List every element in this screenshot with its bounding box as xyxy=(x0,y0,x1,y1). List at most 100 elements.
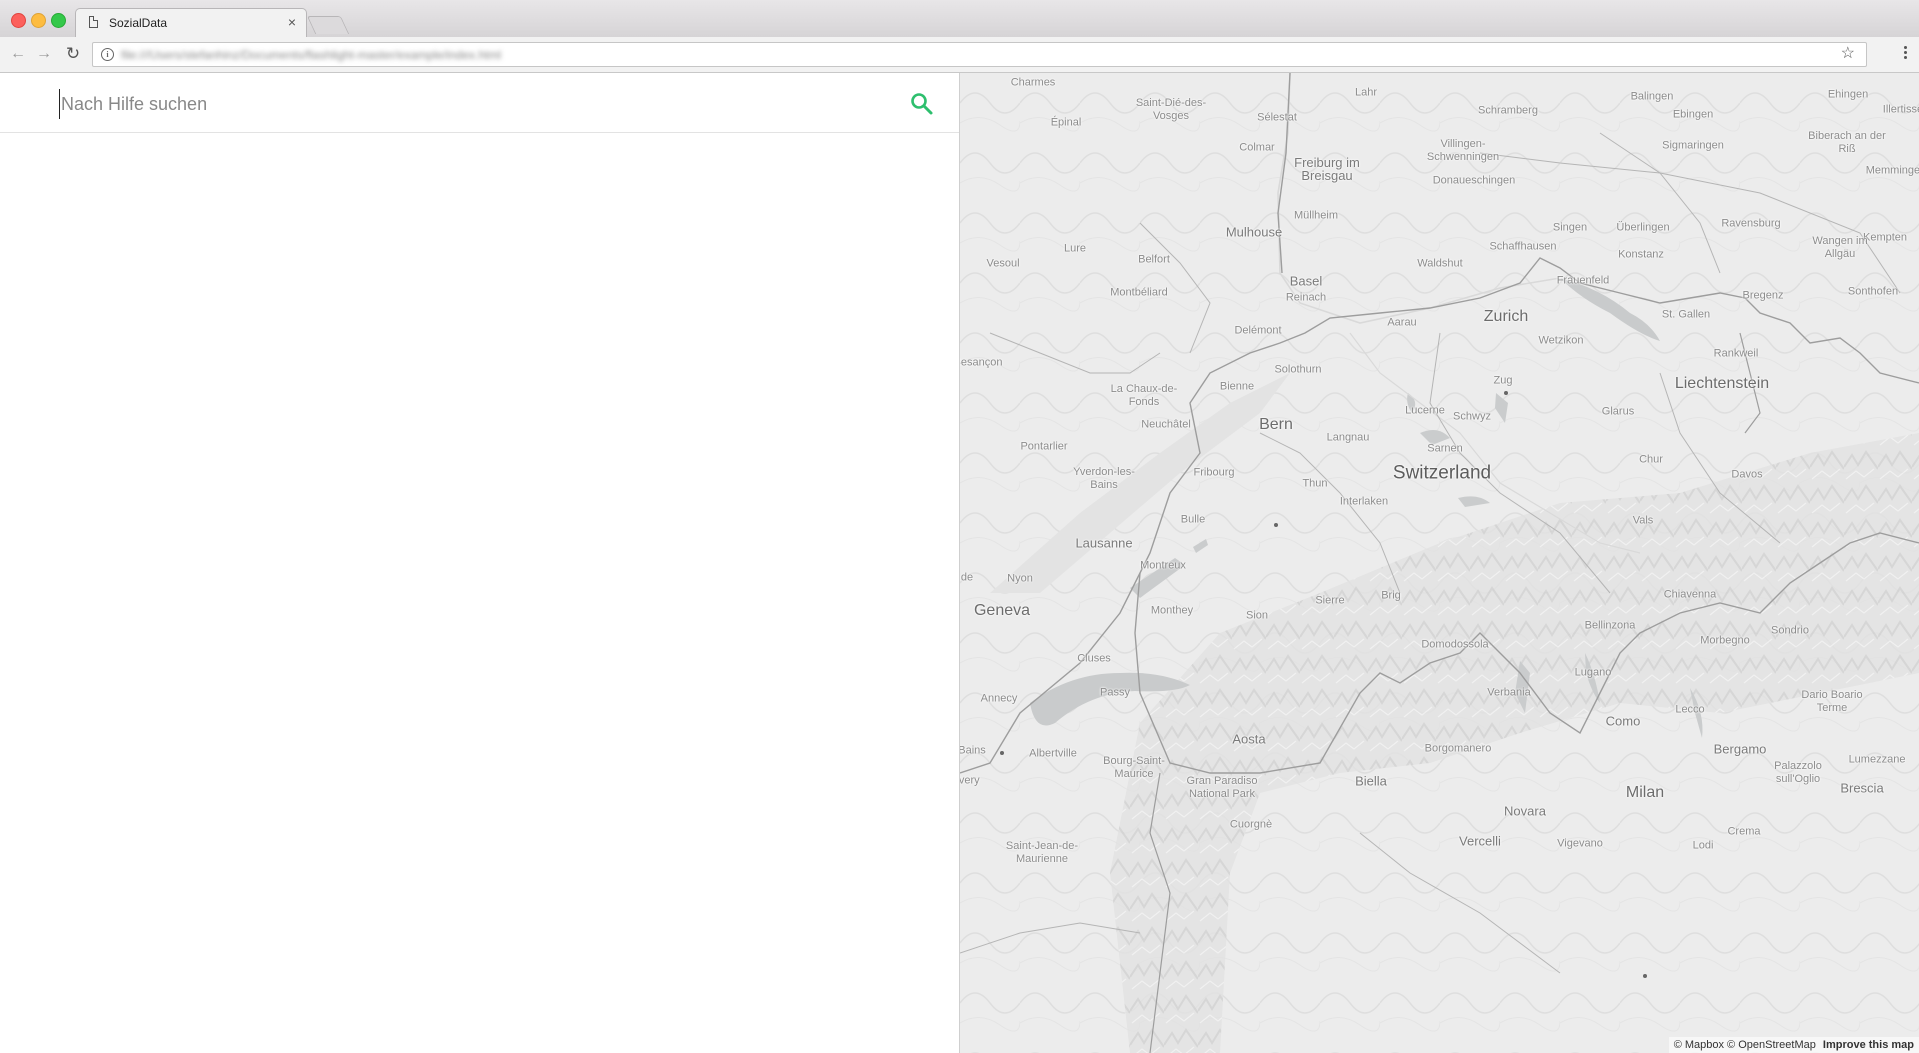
label-monthey: Monthey xyxy=(1150,604,1194,617)
label-pontarlier: Pontarlier xyxy=(1020,440,1068,453)
label-memmingen: Memmingen xyxy=(1865,164,1919,177)
label-st-gallen: St. Gallen xyxy=(1661,308,1711,321)
label-sierre: Sierre xyxy=(1315,594,1345,607)
label-verbania: Verbania xyxy=(1487,686,1531,699)
label-lugano: Lugano xyxy=(1574,666,1612,679)
label-albertville: Albertville xyxy=(1029,747,1077,760)
label-frauenfeld: Frauenfeld xyxy=(1556,274,1610,287)
label-vals: Vals xyxy=(1632,514,1654,527)
browser-title-bar: SozialData × xyxy=(0,0,1919,37)
label-neuchatel: Neuchâtel xyxy=(1141,418,1191,431)
label-mulhouse: Mulhouse xyxy=(1225,224,1283,240)
page-icon xyxy=(89,16,98,28)
address-bar[interactable]: i file:///Users/stefanhinz/Documents/fla… xyxy=(92,42,1867,67)
reload-icon[interactable]: ↻ xyxy=(63,44,83,64)
tab-title: SozialData xyxy=(109,16,168,30)
label-ehingen: Ehingen xyxy=(1827,88,1869,101)
label-biella: Biella xyxy=(1355,773,1387,789)
label-chaux-de-fonds: La Chaux-de- Fonds xyxy=(1110,383,1178,408)
label-freiburg: Freiburg im Breisgau xyxy=(1294,155,1360,183)
label-lure: Lure xyxy=(1063,242,1087,255)
map-view[interactable]: Charmes Saint-Dié-des- Vosges Sélestat Lahr S… xyxy=(960,73,1919,1053)
label-gran-paradiso: Gran Paradiso National Park xyxy=(1186,775,1258,800)
label-besancon: Besançon xyxy=(960,356,1003,369)
search-icon[interactable] xyxy=(909,91,935,117)
label-rankweil: Rankweil xyxy=(1713,347,1759,360)
label-charmes: Charmes xyxy=(1010,76,1056,89)
label-saint-jean: Saint-Jean-de- Maurienne xyxy=(1005,840,1079,865)
window-close-button[interactable] xyxy=(11,13,26,28)
browser-toolbar: ← → ↻ i file:///Users/stefanhinz/Documen… xyxy=(0,37,1919,73)
label-aarau: Aarau xyxy=(1387,316,1417,329)
window-maximize-button[interactable] xyxy=(51,13,66,28)
label-lahr: Lahr xyxy=(1354,86,1378,99)
label-sonthofen: Sonthofen xyxy=(1847,285,1899,298)
label-bregenz: Bregenz xyxy=(1742,289,1784,302)
label-sigmaringen: Sigmaringen xyxy=(1662,139,1724,152)
label-illertissen: Illertissen xyxy=(1882,103,1919,116)
label-thun: Thun xyxy=(1302,477,1328,490)
label-wangen: Wangen im Allgäu xyxy=(1812,235,1868,260)
label-passy: Passy xyxy=(1100,686,1130,699)
label-crema: Crema xyxy=(1727,825,1761,838)
label-solothurn: Solothurn xyxy=(1274,363,1322,376)
label-nyon: Nyon xyxy=(1007,572,1033,585)
label-glarus: Glarus xyxy=(1601,405,1635,418)
label-vigevano: Vigevano xyxy=(1557,837,1603,850)
label-borgomanero: Borgomanero xyxy=(1424,742,1492,755)
map-attribution: © Mapbox © OpenStreetMap Improve this ma… xyxy=(1668,1037,1919,1053)
label-vesoul: Vesoul xyxy=(986,257,1020,270)
label-sion: Sion xyxy=(1245,609,1269,622)
label-sondrio: Sondrio xyxy=(1771,624,1809,637)
label-lucerne: Lucerne xyxy=(1405,404,1445,417)
label-aosta: Aosta xyxy=(1232,731,1266,747)
url-text[interactable]: file:///Users/stefanhinz/Documents/flash… xyxy=(121,48,501,62)
label-colmar: Colmar xyxy=(1239,141,1275,154)
label-novara: Novara xyxy=(1504,803,1546,819)
browser-tab[interactable]: SozialData × xyxy=(75,8,307,37)
label-fribourg: Fribourg xyxy=(1193,466,1235,479)
tab-close-icon[interactable]: × xyxy=(288,14,296,30)
label-palazzolo: Palazzolo sull'Oglio xyxy=(1774,760,1822,785)
info-icon[interactable]: i xyxy=(101,48,114,61)
window-minimize-button[interactable] xyxy=(31,13,46,28)
search-input[interactable] xyxy=(59,89,883,119)
label-waldshut: Waldshut xyxy=(1417,257,1463,270)
label-biberach: Biberach an der Riß xyxy=(1808,130,1886,155)
label-chiavenna: Chiavenna xyxy=(1663,588,1717,601)
label-saint-die: Saint-Dié-des- Vosges xyxy=(1135,97,1207,122)
label-vercelli: Vercelli xyxy=(1459,833,1501,849)
label-chur: Chur xyxy=(1639,453,1663,466)
forward-arrow-icon[interactable]: → xyxy=(34,45,54,63)
label-liechtenstein: Liechtenstein xyxy=(1674,375,1770,392)
label-selestat: Sélestat xyxy=(1257,111,1297,124)
label-ebingen: Ebingen xyxy=(1672,108,1714,121)
label-reinach: Reinach xyxy=(1285,291,1327,304)
label-bellinzona: Bellinzona xyxy=(1584,619,1636,632)
label-brescia: Brescia xyxy=(1840,780,1884,796)
label-ivery: ivery xyxy=(960,774,980,787)
label-davos: Davos xyxy=(1731,468,1763,481)
label-geneva: Geneva xyxy=(973,602,1031,619)
label-donaueschingen: Donaueschingen xyxy=(1432,174,1516,187)
label-lecco: Lecco xyxy=(1675,703,1705,716)
label-bergamo: Bergamo xyxy=(1713,741,1767,757)
sidebar-panel xyxy=(0,73,960,1053)
attribution-text[interactable]: © Mapbox © OpenStreetMap xyxy=(1674,1039,1816,1051)
improve-map-link[interactable]: Improve this map xyxy=(1823,1039,1914,1051)
label-sarnen: Sarnen xyxy=(1427,442,1463,455)
new-tab-button[interactable] xyxy=(306,16,350,34)
back-arrow-icon[interactable]: ← xyxy=(8,45,28,63)
label-lausanne: Lausanne xyxy=(1075,535,1133,551)
label-lodi: Lodi xyxy=(1692,839,1714,852)
label-bern: Bern xyxy=(1259,416,1293,433)
bookmark-star-icon[interactable]: ☆ xyxy=(1841,43,1855,63)
label-morbegno: Morbegno xyxy=(1700,634,1750,647)
browser-menu-icon[interactable] xyxy=(1904,46,1907,61)
label-annecy: Annecy xyxy=(980,692,1018,705)
label-delemont: Delémont xyxy=(1234,324,1282,337)
label-brig: Brig xyxy=(1381,589,1401,602)
label-domodossola: Domodossola xyxy=(1421,638,1489,651)
search-bar xyxy=(0,73,959,133)
label-villingen: Villingen- Schwenningen xyxy=(1426,138,1500,163)
